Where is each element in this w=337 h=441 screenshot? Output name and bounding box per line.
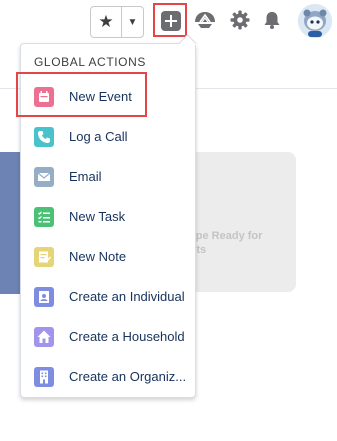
menu-item-new-task[interactable]: New Task bbox=[21, 197, 193, 237]
menu-item-label: New Note bbox=[69, 249, 127, 264]
menu-item-create-household[interactable]: Create a Household bbox=[21, 317, 193, 357]
task-icon bbox=[34, 207, 54, 227]
gear-icon[interactable] bbox=[229, 9, 251, 31]
call-icon bbox=[34, 127, 54, 147]
favorites-button-group: ★ ▼ bbox=[90, 6, 144, 38]
individual-icon bbox=[34, 287, 54, 307]
bell-icon[interactable] bbox=[261, 9, 283, 31]
chevron-down-icon[interactable]: ▼ bbox=[122, 7, 143, 37]
add-icon[interactable] bbox=[161, 11, 181, 31]
background-card-text: lope Ready for erts bbox=[186, 230, 263, 256]
star-icon[interactable]: ★ bbox=[91, 7, 122, 37]
menu-item-create-organization[interactable]: Create an Organiz... bbox=[21, 357, 193, 397]
menu-item-label: New Task bbox=[69, 209, 126, 224]
new-event-highlight bbox=[16, 72, 147, 117]
menu-item-label: Create a Household bbox=[69, 329, 185, 344]
note-icon bbox=[34, 247, 54, 267]
menu-item-email[interactable]: Email bbox=[21, 157, 193, 197]
menu-item-label: Create an Organiz... bbox=[69, 369, 187, 384]
household-icon bbox=[34, 327, 54, 347]
user-avatar[interactable] bbox=[298, 4, 332, 38]
trailhead-icon[interactable] bbox=[194, 9, 216, 31]
menu-item-create-individual[interactable]: Create an Individual bbox=[21, 277, 193, 317]
menu-heading: GLOBAL ACTIONS bbox=[34, 55, 146, 69]
global-header: ★ ▼ bbox=[0, 0, 337, 44]
background-banner bbox=[0, 152, 22, 294]
menu-item-label: Create an Individual bbox=[69, 289, 185, 304]
organization-icon bbox=[34, 367, 54, 387]
menu-item-label: Email bbox=[69, 169, 102, 184]
email-icon bbox=[34, 167, 54, 187]
menu-item-log-a-call[interactable]: Log a Call bbox=[21, 117, 193, 157]
menu-item-label: Log a Call bbox=[69, 129, 128, 144]
menu-item-new-note[interactable]: New Note bbox=[21, 237, 193, 277]
